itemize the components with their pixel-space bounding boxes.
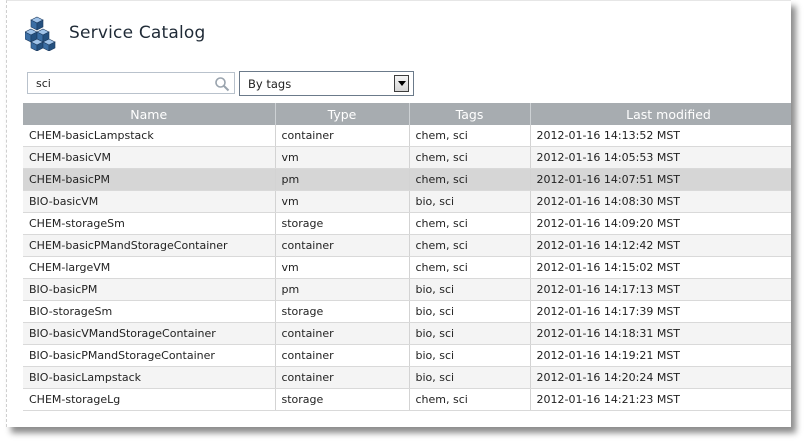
cell-name: CHEM-basicLampstack	[23, 125, 276, 147]
cell-tags: bio, sci	[409, 278, 531, 301]
table-row[interactable]: BIO-basicVMandStorageContainer container b…	[23, 322, 791, 345]
cell-modified: 2012-01-16 14:05:53 MST	[530, 146, 791, 169]
cell-type: pm	[275, 278, 410, 301]
cell-name: BIO-basicVMandStorageContainer	[23, 322, 276, 345]
table-row[interactable]: CHEM-basicLampstack container chem, sci 201…	[23, 125, 791, 147]
cell-name: BIO-storageSm	[23, 300, 276, 323]
cell-tags: bio, sci	[409, 190, 531, 213]
table-row[interactable]: BIO-basicPMandStorageContainer container b…	[23, 344, 791, 367]
cell-tags: chem, sci	[409, 256, 531, 279]
boxes-icon	[25, 16, 56, 51]
table-row[interactable]: BIO-storageSm storage bio, sci 2012-01-16 1…	[23, 300, 791, 323]
cell-type: pm	[275, 168, 410, 191]
cell-tags: chem, sci	[409, 234, 531, 257]
cell-type: container	[275, 366, 410, 389]
table-row[interactable]: BIO-basicVM vm bio, sci 2012-01-16 14:08:30…	[23, 190, 791, 213]
cell-name: CHEM-largeVM	[23, 256, 276, 279]
cell-tags: chem, sci	[409, 388, 531, 411]
cell-modified: 2012-01-16 14:21:23 MST	[530, 388, 791, 411]
cell-tags: chem, sci	[409, 146, 531, 169]
table-row[interactable]: CHEM-basicVM vm chem, sci 2012-01-16 14:05:…	[23, 146, 791, 169]
table-body: CHEM-basicLampstack container chem, sci 201…	[23, 125, 791, 411]
cell-type: storage	[275, 388, 410, 411]
cell-tags: chem, sci	[409, 168, 531, 191]
cell-name: CHEM-basicPMandStorageContainer	[23, 234, 276, 257]
cell-modified: 2012-01-16 14:13:52 MST	[530, 125, 791, 147]
service-table: Name Type Tags Last modified CHEM-basicL…	[23, 103, 791, 411]
table-header-row: Name Type Tags Last modified	[23, 103, 791, 125]
column-header-tags[interactable]: Tags	[409, 103, 531, 125]
search-box[interactable]	[27, 72, 235, 94]
app-header: Service Catalog	[25, 13, 206, 53]
search-input[interactable]	[36, 76, 206, 90]
cell-type: vm	[275, 190, 410, 213]
cell-type: container	[275, 344, 410, 367]
cell-modified: 2012-01-16 14:20:24 MST	[530, 366, 791, 389]
cell-modified: 2012-01-16 14:07:51 MST	[530, 168, 791, 191]
app-window: Service Catalog By tags Name Type Tags L…	[6, 0, 791, 427]
cell-tags: bio, sci	[409, 366, 531, 389]
cell-modified: 2012-01-16 14:09:20 MST	[530, 212, 791, 235]
cell-type: storage	[275, 300, 410, 323]
cell-name: BIO-basicPMandStorageContainer	[23, 344, 276, 367]
page-title: Service Catalog	[69, 23, 206, 43]
cell-modified: 2012-01-16 14:08:30 MST	[530, 190, 791, 213]
cell-name: CHEM-storageLg	[23, 388, 276, 411]
cell-modified: 2012-01-16 14:15:02 MST	[530, 256, 791, 279]
table-row-selected[interactable]: CHEM-basicPM pm chem, sci 2012-01-16 14:07:…	[23, 168, 791, 191]
table-row[interactable]: CHEM-basicPMandStorageContainer container…	[23, 234, 791, 257]
magnifier-icon[interactable]	[214, 76, 230, 92]
cell-tags: bio, sci	[409, 300, 531, 323]
cell-type: vm	[275, 146, 410, 169]
cell-name: BIO-basicVM	[23, 190, 276, 213]
cell-type: container	[275, 322, 410, 345]
cell-name: CHEM-basicPM	[23, 168, 276, 191]
cell-modified: 2012-01-16 14:19:21 MST	[530, 344, 791, 367]
cell-tags: chem, sci	[409, 125, 531, 147]
column-header-name[interactable]: Name	[23, 103, 276, 125]
cell-modified: 2012-01-16 14:17:39 MST	[530, 300, 791, 323]
cell-type: container	[275, 234, 410, 257]
cell-name: BIO-basicLampstack	[23, 366, 276, 389]
cell-name: CHEM-basicVM	[23, 146, 276, 169]
table-row[interactable]: BIO-basicLampstack container bio, sci 2012-…	[23, 366, 791, 389]
cell-name: BIO-basicPM	[23, 278, 276, 301]
cell-modified: 2012-01-16 14:17:13 MST	[530, 278, 791, 301]
filter-mode-select[interactable]: By tags	[239, 71, 414, 96]
column-header-last-modified[interactable]: Last modified	[530, 103, 791, 125]
cell-name: CHEM-storageSm	[23, 212, 276, 235]
cell-modified: 2012-01-16 14:12:42 MST	[530, 234, 791, 257]
cell-tags: chem, sci	[409, 212, 531, 235]
table-row[interactable]: CHEM-storageLg storage chem, sci 2012-01-16…	[23, 388, 791, 411]
cell-type: container	[275, 125, 410, 147]
cell-type: vm	[275, 256, 410, 279]
table-row[interactable]: CHEM-storageSm storage chem, sci 2012-01-16…	[23, 212, 791, 235]
chevron-down-icon[interactable]	[394, 75, 409, 92]
column-header-type[interactable]: Type	[275, 103, 410, 125]
cell-tags: bio, sci	[409, 322, 531, 345]
filter-mode-value: By tags	[248, 77, 292, 91]
cell-type: storage	[275, 212, 410, 235]
table-row[interactable]: BIO-basicPM pm bio, sci 2012-01-16 14:17:13…	[23, 278, 791, 301]
cell-modified: 2012-01-16 14:18:31 MST	[530, 322, 791, 345]
cell-tags: bio, sci	[409, 344, 531, 367]
table-row[interactable]: CHEM-largeVM vm chem, sci 2012-01-16 14:15:…	[23, 256, 791, 279]
